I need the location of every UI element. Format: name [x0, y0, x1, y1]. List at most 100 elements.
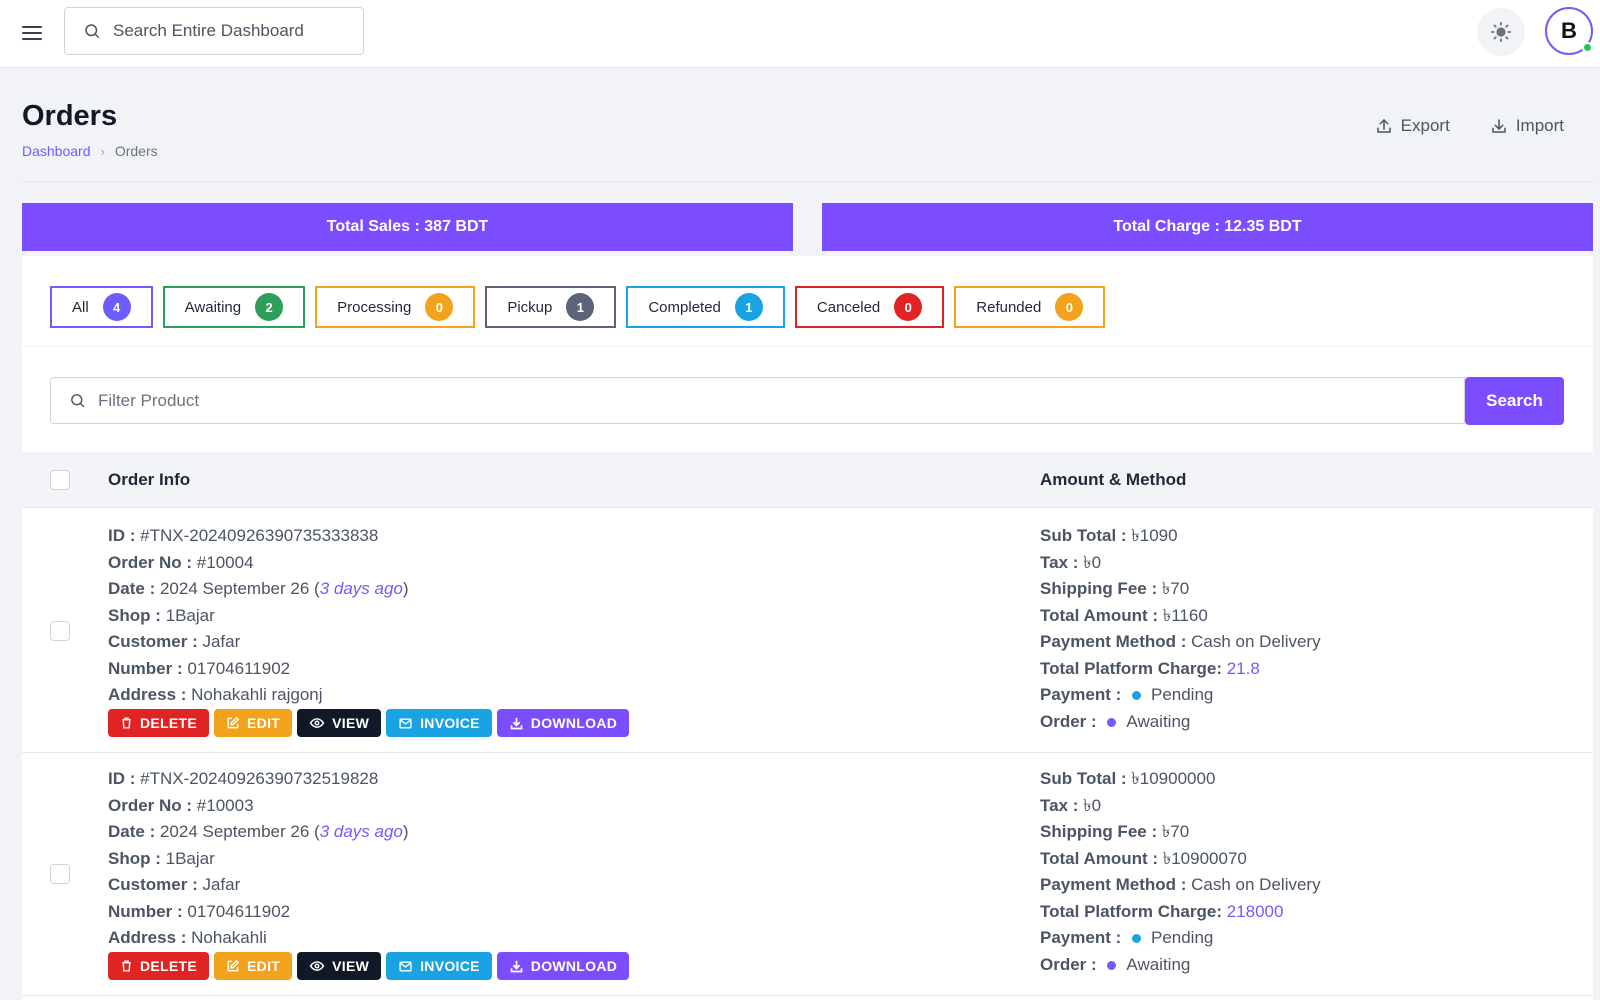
field-label: Total Amount : — [1040, 848, 1159, 868]
order-no-line: Order No : #10004 — [108, 550, 409, 577]
tab-awaiting[interactable]: Awaiting 2 — [162, 286, 306, 328]
export-button[interactable]: Export — [1375, 116, 1450, 136]
theme-toggle-button[interactable] — [1477, 8, 1525, 56]
tab-label: Pickup — [507, 298, 553, 316]
field-label: Tax : — [1040, 795, 1079, 815]
download-label: DOWNLOAD — [530, 715, 618, 731]
order-status-line: Order : Awaiting — [1040, 952, 1321, 979]
view-button[interactable]: VIEW — [297, 709, 382, 737]
field-label: ID : — [108, 526, 136, 545]
dashboard-search[interactable] — [64, 7, 364, 55]
field-label: ID : — [108, 769, 136, 788]
download-button[interactable]: DOWNLOAD — [496, 709, 630, 737]
invoice-button[interactable]: INVOICE — [386, 709, 492, 737]
tab-pickup[interactable]: Pickup 1 — [485, 286, 617, 328]
field-label: Number : — [108, 901, 183, 921]
tab-label: Awaiting — [184, 298, 242, 316]
address-line: Address : Nohakahli rajgonj — [108, 682, 409, 709]
view-button[interactable]: VIEW — [297, 952, 382, 980]
filter-product-field[interactable] — [50, 377, 1465, 424]
search-button[interactable]: Search — [1465, 377, 1564, 425]
field-label: Order No : — [108, 795, 193, 815]
header-divider — [22, 181, 1593, 182]
download-icon — [510, 960, 523, 972]
delete-button[interactable]: DELETE — [108, 709, 210, 737]
total-amount: ৳1160 — [1162, 605, 1208, 625]
shipping-fee-line: Shipping Fee : ৳70 — [1040, 576, 1321, 603]
order-number: #10003 — [196, 795, 254, 815]
order-status-line: Order : Awaiting — [1040, 709, 1321, 736]
mail-icon — [399, 717, 412, 729]
count-badge: 1 — [566, 293, 595, 321]
filter-product-input[interactable] — [98, 390, 1398, 411]
row-checkbox[interactable] — [50, 864, 70, 884]
edit-button[interactable]: EDIT — [214, 952, 293, 980]
invoice-button[interactable]: INVOICE — [386, 952, 492, 980]
sub-total-line: Sub Total : ৳1090 — [1040, 523, 1321, 550]
breadcrumb-current: Orders — [114, 143, 158, 159]
field-label: Address : — [108, 928, 187, 947]
payment-status-dot — [1131, 934, 1141, 944]
number-line: Number : 01704611902 — [108, 899, 409, 926]
select-all-checkbox[interactable] — [50, 470, 70, 490]
column-order-info: Order Info — [108, 470, 191, 489]
upload-icon — [1376, 118, 1391, 133]
phone-number: 01704611902 — [187, 658, 291, 678]
eye-icon — [309, 718, 325, 728]
edit-button[interactable]: EDIT — [214, 709, 293, 737]
field-label: Total Platform Charge: — [1040, 658, 1222, 678]
chevron-right-icon: › — [100, 143, 105, 159]
order-date-line: Date : 2024 September 26 (3 days ago) — [108, 822, 409, 841]
sub-total: ৳10900000 — [1131, 769, 1216, 788]
sub-total-line: Sub Total : ৳10900000 — [1040, 766, 1321, 793]
tax-line: Tax : ৳0 — [1040, 550, 1321, 577]
order-date: 2024 September 26 — [159, 822, 310, 841]
row-checkbox[interactable] — [50, 621, 70, 641]
field-label: Total Amount : — [1040, 605, 1159, 625]
breadcrumb-dashboard-link[interactable]: Dashboard — [22, 143, 91, 159]
amount-method: Sub Total : ৳1090 Tax : ৳0 Shipping Fee : … — [1040, 523, 1321, 735]
phone-number: 01704611902 — [187, 901, 291, 921]
amount-method: Sub Total : ৳10900000 Tax : ৳0 Shipping Fe… — [1040, 766, 1321, 978]
download-button[interactable]: DOWNLOAD — [496, 952, 630, 980]
order-id: #TNX-20240926390735333838 — [140, 526, 379, 545]
shop-line: Shop : 1Bajar — [108, 846, 409, 873]
total-sales-banner: Total Sales : 387 BDT — [22, 203, 793, 251]
header-actions: Export Import — [1375, 116, 1564, 136]
relative-date: 3 days ago — [319, 822, 403, 841]
dashboard-search-input[interactable] — [113, 21, 353, 41]
import-button[interactable]: Import — [1490, 116, 1564, 136]
count-badge: 0 — [425, 293, 454, 321]
payment-method-line: Payment Method : Cash on Delivery — [1040, 872, 1321, 899]
page-title: Orders — [22, 100, 118, 132]
order-id-line: ID : #TNX-20240926390735333838 — [108, 523, 409, 550]
tab-processing[interactable]: Processing 0 — [315, 286, 476, 328]
export-label: Export — [1400, 116, 1450, 135]
count-badge: 1 — [734, 293, 763, 321]
tabs-divider — [22, 346, 1593, 347]
order-id-line: ID : #TNX-20240926390732519828 — [108, 766, 409, 793]
field-label: Payment Method : — [1040, 875, 1187, 894]
field-label: Date : — [108, 579, 156, 598]
tab-completed[interactable]: Completed 1 — [626, 286, 785, 328]
shop-name: 1Bajar — [165, 605, 215, 625]
field-label: Shipping Fee : — [1040, 579, 1158, 598]
avatar[interactable]: B — [1545, 7, 1593, 55]
field-label: Order : — [1040, 711, 1097, 731]
table-header: Order Info Amount & Method — [22, 452, 1593, 508]
order-status: Awaiting — [1126, 954, 1191, 974]
tab-label: Processing — [337, 298, 412, 316]
tab-canceled[interactable]: Canceled 0 — [794, 286, 945, 328]
tab-all[interactable]: All 4 — [50, 286, 153, 328]
avatar-letter: B — [1561, 18, 1577, 43]
menu-icon[interactable] — [22, 22, 46, 46]
tab-refunded[interactable]: Refunded 0 — [954, 286, 1106, 328]
online-status-dot — [1582, 42, 1593, 53]
tax-line: Tax : ৳0 — [1040, 793, 1321, 820]
import-label: Import — [1515, 116, 1564, 135]
delete-button[interactable]: DELETE — [108, 952, 210, 980]
edit-icon — [227, 959, 240, 972]
total-amount-line: Total Amount : ৳10900070 — [1040, 846, 1321, 873]
field-label: Shop : — [108, 848, 161, 868]
trash-icon — [122, 717, 131, 729]
